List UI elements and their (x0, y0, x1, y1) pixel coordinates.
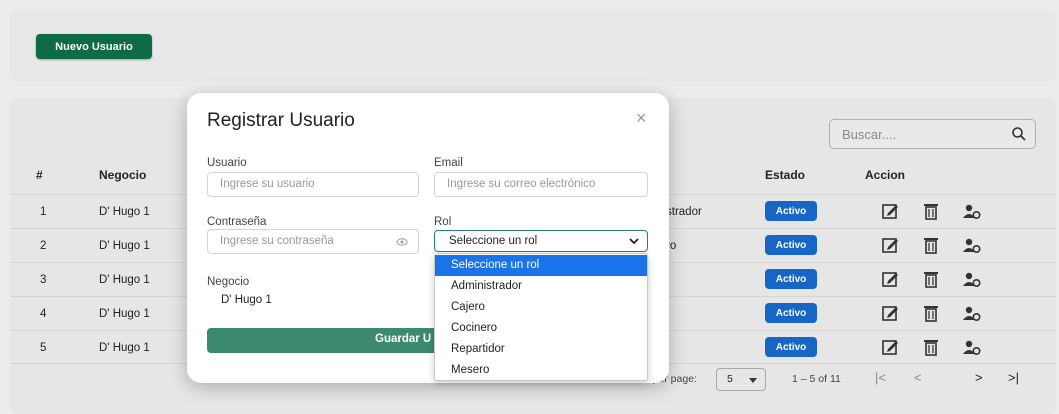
chevron-down-icon (629, 238, 639, 245)
row-number: 5 (40, 342, 47, 354)
password-label: Contraseña (207, 216, 267, 228)
edit-icon[interactable] (880, 235, 900, 255)
caret-down-icon (749, 378, 757, 383)
trash-icon[interactable] (921, 269, 941, 289)
row-negocio: D' Hugo 1 (99, 308, 150, 320)
user-role-icon[interactable] (962, 269, 982, 289)
negocio-label: Negocio (207, 276, 250, 288)
column-header-accion: Accion (865, 168, 906, 182)
rol-option-repartidor[interactable]: Repartidor (435, 339, 647, 360)
password-input[interactable]: Ingrese su contraseña (207, 229, 419, 254)
usuario-input[interactable]: Ingrese su usuario (207, 172, 419, 197)
status-badge: Activo (765, 269, 817, 289)
eye-icon[interactable] (396, 236, 408, 248)
status-badge: Activo (765, 337, 817, 357)
column-header-number: # (36, 168, 43, 182)
status-badge: Activo (765, 235, 817, 255)
user-role-icon[interactable] (962, 201, 982, 221)
rol-option-administrador[interactable]: Administrador (435, 276, 647, 297)
rol-option-cocinero[interactable]: Cocinero (435, 318, 647, 339)
edit-icon[interactable] (880, 269, 900, 289)
row-number: 3 (40, 274, 47, 286)
email-label: Email (434, 157, 463, 169)
close-icon[interactable]: × (636, 108, 647, 129)
negocio-value: D' Hugo 1 (221, 294, 272, 306)
password-placeholder: Ingrese su contraseña (220, 235, 334, 247)
negocio-select[interactable]: D' Hugo 1 (207, 290, 431, 314)
rol-dropdown-list: Seleccione un rol Administrador Cajero C… (434, 253, 648, 381)
row-number: 2 (40, 240, 47, 252)
search-icon[interactable] (1011, 126, 1027, 142)
next-page-button[interactable]: > (975, 370, 983, 385)
row-number: 4 (40, 308, 47, 320)
user-role-icon[interactable] (962, 337, 982, 357)
items-per-page-select[interactable]: 5 (716, 368, 766, 391)
last-page-button[interactable]: >| (1008, 370, 1019, 385)
header-card (10, 10, 1056, 82)
user-role-icon[interactable] (962, 303, 982, 323)
edit-icon[interactable] (880, 303, 900, 323)
rol-option-cajero[interactable]: Cajero (435, 297, 647, 318)
modal-title: Registrar Usuario (207, 110, 355, 131)
row-negocio: D' Hugo 1 (99, 240, 150, 252)
email-input[interactable]: Ingrese su correo electrónico (434, 172, 648, 197)
rol-option-mesero[interactable]: Mesero (435, 360, 647, 380)
rol-select[interactable]: Seleccione un rol (434, 230, 648, 252)
rol-selected-value: Seleccione un rol (449, 235, 538, 247)
trash-icon[interactable] (921, 235, 941, 255)
new-user-button[interactable]: Nuevo Usuario (36, 34, 152, 59)
pagination-range: 1 – 5 of 11 (792, 373, 841, 385)
trash-icon[interactable] (921, 201, 941, 221)
column-header-negocio: Negocio (99, 168, 147, 182)
status-badge: Activo (765, 303, 817, 323)
status-badge: Activo (765, 201, 817, 221)
rol-label: Rol (434, 216, 452, 228)
search-input[interactable]: Buscar.... (829, 119, 1036, 149)
edit-icon[interactable] (880, 201, 900, 221)
row-negocio: D' Hugo 1 (99, 206, 150, 218)
first-page-button[interactable]: |< (875, 370, 886, 385)
trash-icon[interactable] (921, 303, 941, 323)
rol-option-placeholder[interactable]: Seleccione un rol (435, 255, 647, 276)
user-role-icon[interactable] (962, 235, 982, 255)
row-negocio: D' Hugo 1 (99, 342, 150, 354)
usuario-placeholder: Ingrese su usuario (220, 178, 315, 190)
prev-page-button[interactable]: < (914, 370, 922, 385)
usuario-label: Usuario (207, 157, 247, 169)
row-number: 1 (40, 206, 47, 218)
trash-icon[interactable] (921, 337, 941, 357)
email-placeholder: Ingrese su correo electrónico (447, 178, 596, 190)
column-header-estado: Estado (765, 168, 806, 182)
save-user-label: Guardar U (375, 333, 432, 345)
row-rol: strador (666, 206, 702, 218)
edit-icon[interactable] (880, 337, 900, 357)
row-negocio: D' Hugo 1 (99, 274, 150, 286)
search-placeholder: Buscar.... (842, 126, 897, 142)
items-per-page-value: 5 (727, 373, 733, 385)
